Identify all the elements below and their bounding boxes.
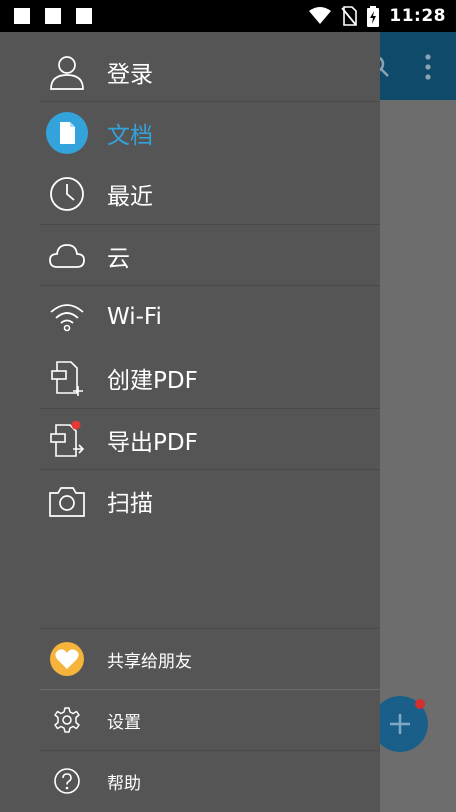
status-bar: 11:28 [0,0,456,32]
menu-item-login[interactable]: 登录 [40,41,380,102]
notification-square-icon [76,8,92,24]
menu-item-label: 云 [107,245,130,272]
menu-item-label: 设置 [107,712,141,733]
menu-item-wifi[interactable]: Wi-Fi [40,286,380,347]
menu-item-export-pdf[interactable]: 导出PDF [40,409,380,470]
plus-icon [390,714,410,734]
no-sim-icon [341,6,358,26]
menu-item-label: 帮助 [107,773,141,794]
cloud-icon [44,233,90,279]
help-icon [44,758,90,804]
notification-dot [415,699,425,709]
menu-item-label: 登录 [107,61,153,88]
menu-item-label: 最近 [107,183,153,210]
more-options-icon[interactable] [422,52,434,82]
menu-item-label: 扫描 [107,490,153,517]
menu-item-label: 文档 [107,122,153,149]
menu-item-label: Wi-Fi [107,303,162,330]
wifi-icon [44,294,90,340]
notification-square-icon [45,8,61,24]
heart-icon [44,636,90,682]
menu-item-label: 创建PDF [107,367,198,394]
menu-item-scan[interactable]: 扫描 [40,470,380,531]
share-with-friends-item[interactable]: 共享给朋友 [40,629,380,689]
menu-item-cloud[interactable]: 云 [40,225,380,286]
notification-square-icon [14,8,30,24]
menu-item-documents[interactable]: 文档 [40,102,380,163]
settings-item[interactable]: 设置 [40,690,380,750]
document-icon [44,110,90,156]
gear-icon [44,697,90,743]
help-item[interactable]: 帮助 [40,751,380,811]
status-time: 11:28 [389,6,446,26]
camera-icon [44,478,90,524]
menu-item-label: 共享给朋友 [107,651,192,672]
create-pdf-icon [44,355,90,401]
menu-item-label: 导出PDF [107,429,198,456]
menu-item-recent[interactable]: 最近 [40,163,380,224]
user-icon [44,49,90,95]
navigation-drawer: 登录 文档 最近 云 Wi-Fi 创建PDF 导出PDF 扫描 共享给朋友 设置… [0,32,380,812]
wifi-status-icon [309,7,332,24]
battery-charging-icon [367,5,380,27]
clock-icon [44,171,90,217]
menu-item-create-pdf[interactable]: 创建PDF [40,347,380,408]
export-pdf-icon [44,417,90,463]
